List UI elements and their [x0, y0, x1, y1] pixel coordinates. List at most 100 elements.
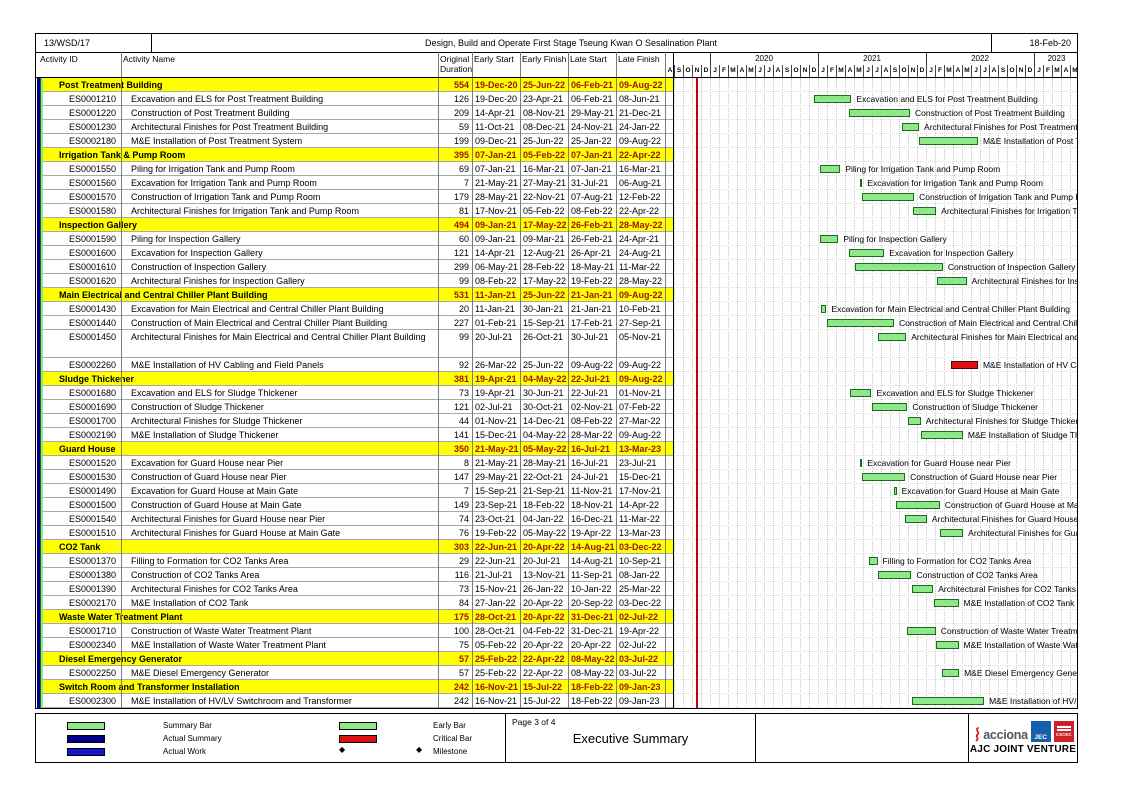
- cell-activity-id: ES0001570: [69, 190, 119, 204]
- gantt-bar-label: Architectural Finishes for Sludge Thicke…: [926, 414, 1078, 428]
- cell-late-start: 07-Aug-21: [571, 190, 616, 204]
- month-grid-line: [1034, 78, 1035, 708]
- cscec-emblem-bar: [1057, 726, 1071, 728]
- gantt-bar-label: M&E Diesel Emergency Generator: [964, 666, 1078, 680]
- cell-group-name: Waste Water Treatment Plant: [59, 610, 429, 624]
- cell-duration: 81: [438, 204, 469, 218]
- cell-duration: 84: [438, 596, 469, 610]
- cell-early-start: 16-Nov-21: [475, 694, 520, 708]
- cell-activity-name: M&E Installation of Sludge Thickener: [131, 428, 434, 442]
- gantt-bar: [937, 277, 967, 285]
- cell-late-start: 19-Feb-22: [571, 274, 616, 288]
- cell-early-finish: 30-Jun-21: [523, 386, 568, 400]
- gantt-bar-label: Piling for Inspection Gallery: [843, 232, 946, 246]
- cell-late-finish: 14-Apr-22: [619, 498, 664, 512]
- gantt-bar-label: Excavation for Irrigation Tank and Pump …: [867, 176, 1043, 190]
- cell-early-start: 08-Feb-22: [475, 274, 520, 288]
- cell-early-finish: 08-Dec-21: [523, 120, 568, 134]
- cell-activity-id: ES0001390: [69, 582, 119, 596]
- cell-early-start: 05-Feb-22: [475, 638, 520, 652]
- cell-duration: 57: [438, 666, 469, 680]
- gantt-bar: [912, 697, 984, 705]
- cscec-logo: CSCEC: [1054, 721, 1074, 742]
- gantt-bar: [912, 585, 933, 593]
- cell-early-start: 14-Apr-21: [475, 246, 520, 260]
- gantt-bar: [821, 305, 827, 313]
- cell-activity-name: Construction of Post Treatment Building: [131, 106, 434, 120]
- gantt-bar-label: Architectural Finishes for Post Treatmen…: [924, 120, 1078, 134]
- cell-late-finish: 23-Jul-21: [619, 456, 664, 470]
- cell-early-finish: 20-Apr-22: [523, 610, 568, 624]
- gantt-bar-label: M&E Installation of HV/LV Switchroom and…: [989, 694, 1078, 708]
- cell-late-start: 20-Apr-22: [571, 638, 616, 652]
- cell-activity-name: Construction of Main Electrical and Cent…: [131, 316, 434, 330]
- cell-late-finish: 11-Mar-22: [619, 512, 664, 526]
- cell-early-finish: 30-Oct-21: [523, 400, 568, 414]
- cell-duration: 69: [438, 162, 469, 176]
- column-line: [121, 52, 122, 708]
- cell-early-start: 20-Jul-21: [475, 330, 520, 344]
- cell-duration: 199: [438, 134, 469, 148]
- gantt-bar: [919, 137, 978, 145]
- month-grid-line: [782, 78, 783, 708]
- cell-group-name: Main Electrical and Central Chiller Plan…: [59, 288, 429, 302]
- cell-duration: 44: [438, 414, 469, 428]
- cell-duration: 494: [438, 218, 469, 232]
- cell-activity-id: ES0001700: [69, 414, 119, 428]
- cell-late-finish: 09-Aug-22: [619, 134, 664, 148]
- cell-activity-name: Excavation for Inspection Gallery: [131, 246, 434, 260]
- cell-late-start: 08-Feb-22: [571, 204, 616, 218]
- cell-early-start: 21-May-21: [475, 456, 520, 470]
- cscec-logo-text: CSCEC: [1056, 732, 1072, 737]
- cell-early-start: 15-Sep-21: [475, 484, 520, 498]
- cell-activity-name: Architectural Finishes for Guard House a…: [131, 526, 434, 540]
- cell-group-name: Switch Room and Transformer Installation: [59, 680, 429, 694]
- gantt-bar-label: Construction of Irrigation Tank and Pump…: [919, 190, 1078, 204]
- cell-early-finish: 30-Jan-21: [523, 302, 568, 316]
- cell-duration: 7: [438, 176, 469, 190]
- cell-early-start: 11-Jan-21: [475, 302, 520, 316]
- cell-late-finish: 11-Mar-22: [619, 260, 664, 274]
- cell-activity-id: ES0002250: [69, 666, 119, 680]
- cell-duration: 395: [438, 148, 469, 162]
- cell-early-start: 15-Dec-21: [475, 428, 520, 442]
- cell-duration: 121: [438, 246, 469, 260]
- cell-activity-id: ES0002180: [69, 134, 119, 148]
- cell-late-start: 25-Jan-22: [571, 134, 616, 148]
- data-date-line: [696, 78, 698, 708]
- gantt-bar-label: Construction of CO2 Tanks Area: [916, 568, 1037, 582]
- cell-group-name: Post Treatment Building: [59, 78, 429, 92]
- cell-duration: 126: [438, 92, 469, 106]
- cell-duration: 303: [438, 540, 469, 554]
- cell-late-finish: 12-Feb-22: [619, 190, 664, 204]
- schedule-main-box: 13/WSD/17 Design, Build and Operate Firs…: [35, 33, 1078, 709]
- cell-activity-id: ES0001710: [69, 624, 119, 638]
- cell-duration: 29: [438, 554, 469, 568]
- month-grid-line: [791, 78, 792, 708]
- cell-early-start: 17-Nov-21: [475, 204, 520, 218]
- cell-early-finish: 15-Jul-22: [523, 680, 568, 694]
- cell-activity-name: M&E Installation of Waste Water Treatmen…: [131, 638, 434, 652]
- cell-activity-id: ES0001370: [69, 554, 119, 568]
- report-title: Executive Summary: [506, 714, 755, 762]
- month-grid-line: [773, 78, 774, 708]
- cell-early-finish: 16-Mar-21: [523, 162, 568, 176]
- cell-activity-id: ES0001230: [69, 120, 119, 134]
- gantt-bar-label: Piling for Irrigation Tank and Pump Room: [845, 162, 1000, 176]
- cell-late-finish: 01-Nov-21: [619, 386, 664, 400]
- gantt-bar: [827, 319, 894, 327]
- cell-late-finish: 24-Aug-21: [619, 246, 664, 260]
- gantt-bar: [862, 193, 914, 201]
- cell-early-start: 19-Dec-20: [475, 92, 520, 106]
- cell-duration: 242: [438, 680, 469, 694]
- cell-early-start: 25-Feb-22: [475, 666, 520, 680]
- cell-activity-id: ES0001510: [69, 526, 119, 540]
- gantt-bar-label: Construction of Sludge Thickener: [912, 400, 1038, 414]
- year-cell: 2022: [926, 52, 1034, 65]
- gantt-bar: [869, 557, 877, 565]
- legend-box: Summary BarActual SummaryActual WorkEarl…: [36, 714, 506, 762]
- footer-spacer-box: [756, 714, 969, 762]
- gantt-bar-label: Architectural Finishes for CO2 Tanks Are…: [938, 582, 1078, 596]
- footer-bar: Summary BarActual SummaryActual WorkEarl…: [35, 713, 1078, 763]
- cell-early-start: 27-Jan-22: [475, 596, 520, 610]
